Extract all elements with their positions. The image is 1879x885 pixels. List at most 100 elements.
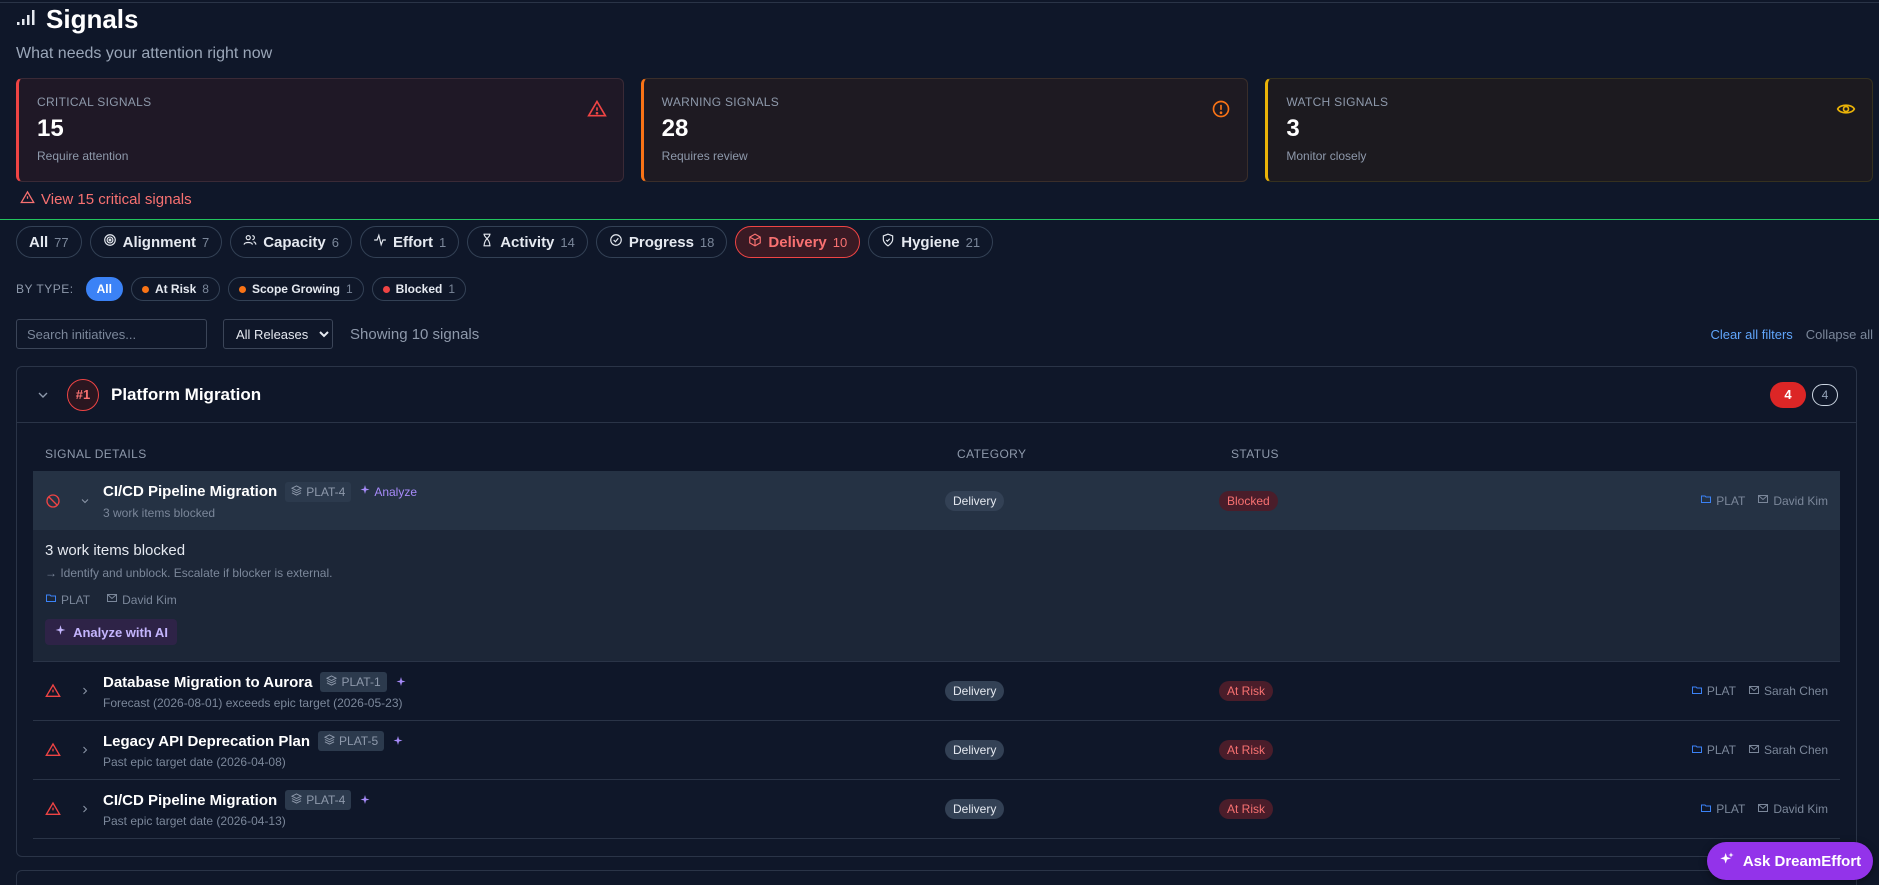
tab-count: 10 [832,234,848,250]
owner-tag[interactable]: David Kim [1757,802,1828,817]
layers-icon [326,675,338,689]
owner-name: Sarah Chen [1763,684,1828,698]
sparkles-icon[interactable] [395,676,407,688]
project-tag[interactable]: PLAT [45,592,90,607]
project-tag[interactable]: PLAT [1700,802,1745,817]
check-circle-icon [609,233,623,251]
type-chip-all[interactable]: All [85,277,123,301]
ban-icon [33,493,73,509]
clear-filters-link[interactable]: Clear all filters [1710,327,1792,342]
page-subtitle: What needs your attention right now [16,45,273,62]
signal-summary-cards: CRITICAL SIGNALS 15 Require attention WA… [16,78,1874,182]
chevron-right-icon[interactable] [73,803,97,815]
rank-badge: #1 [67,378,99,411]
ask-assistant-button[interactable]: Ask DreamEffort [1707,842,1873,880]
group-header[interactable]: #1 Platform Migration 4 4 [17,367,1856,423]
status-badge: At Risk [1219,740,1274,760]
owner-tag[interactable]: David Kim [1757,493,1828,508]
tab-delivery[interactable]: Delivery 10 [735,226,861,258]
release-select[interactable]: All Releases [223,319,333,349]
search-input[interactable] [16,319,207,349]
chip-label: Blocked [395,282,443,296]
table-row[interactable]: CI/CD Pipeline Migration PLAT-4 Analyze … [33,471,1840,530]
signal-title[interactable]: Database Migration to Aurora [103,674,312,691]
tab-label: Hygiene [901,233,960,251]
target-icon [103,233,117,251]
tab-label: All [29,233,49,251]
tab-capacity[interactable]: Capacity 6 [230,226,352,258]
mail-icon [106,592,118,607]
chevron-down-icon[interactable] [35,387,51,403]
table-row[interactable]: CI/CD Pipeline Migration PLAT-4 Past epi… [33,780,1840,839]
card-value: 3 [1286,115,1300,142]
owner-name: David Kim [122,592,177,607]
issue-key-chip[interactable]: PLAT-5 [318,731,385,751]
tab-activity[interactable]: Activity 14 [467,226,588,258]
project-key: PLAT [1706,743,1736,757]
project-tag[interactable]: PLAT [1691,684,1736,699]
view-critical-signals-link[interactable]: View 15 critical signals [20,190,192,209]
category-pill: Delivery [945,490,1005,511]
view-critical-signals-label: View 15 critical signals [41,191,192,208]
sparkles-icon[interactable] [392,735,404,747]
tab-hygiene[interactable]: Hygiene 21 [868,226,994,258]
alert-triangle-icon [33,683,73,699]
table-row[interactable]: Legacy API Deprecation Plan PLAT-5 Past … [33,721,1840,780]
collapse-all-link[interactable]: Collapse all [1806,327,1873,342]
project-tag[interactable]: PLAT [1700,493,1745,508]
tab-label: Effort [392,233,433,251]
folder-icon [45,592,57,607]
mail-icon [1757,802,1769,817]
card-label: CRITICAL SIGNALS [37,95,152,109]
chip-count: 1 [448,282,456,296]
issue-key: PLAT-4 [306,793,346,807]
chevron-right-icon[interactable] [73,744,97,756]
owner-tag[interactable]: David Kim [106,592,177,607]
issue-key: PLAT-1 [341,675,381,689]
signal-title[interactable]: CI/CD Pipeline Migration [103,483,277,500]
folder-icon [1691,743,1703,758]
chevron-down-icon[interactable] [73,495,97,507]
sparkles-icon [54,624,67,640]
alert-triangle-icon [586,99,607,124]
owner-tag[interactable]: Sarah Chen [1748,743,1828,758]
chevron-right-icon[interactable] [73,685,97,697]
tab-alignment[interactable]: Alignment 7 [89,226,223,258]
mail-icon [1748,743,1760,758]
progress-divider [0,219,1879,220]
category-tabs: All 77 Alignment 7 Capacity 6 Effort 1 A… [16,226,994,258]
table-row[interactable]: Database Migration to Aurora PLAT-1 Fore… [33,662,1840,721]
project-tag[interactable]: PLAT [1691,743,1736,758]
chip-count: 1 [345,282,353,296]
project-key: PLAT [1716,802,1746,816]
type-chip-blocked[interactable]: Blocked 1 [371,277,467,301]
issue-key-chip[interactable]: PLAT-1 [320,672,387,692]
analyze-link[interactable]: Analyze [359,484,417,499]
critical-signals-card[interactable]: CRITICAL SIGNALS 15 Require attention [16,78,624,182]
type-chip-scope-growing[interactable]: Scope Growing 1 [227,277,364,301]
users-icon [243,233,257,251]
warning-signals-card[interactable]: WARNING SIGNALS 28 Requires review [640,78,1249,182]
category-pill: Delivery [945,681,1005,701]
signal-title[interactable]: Legacy API Deprecation Plan [103,733,310,750]
analyze-label: Analyze [374,484,418,499]
tab-progress[interactable]: Progress 18 [595,226,728,258]
sparkles-icon[interactable] [359,794,371,806]
tab-label: Delivery [768,233,827,251]
watch-signals-card[interactable]: WATCH SIGNALS 3 Monitor closely [1265,78,1874,182]
chip-label: At Risk [154,282,197,296]
owner-tag[interactable]: Sarah Chen [1748,684,1828,699]
table-header: SIGNAL DETAILS CATEGORY STATUS [17,423,1856,471]
signal-title[interactable]: CI/CD Pipeline Migration [103,792,277,809]
card-subtext: Require attention [37,149,129,163]
tab-count: 1 [438,234,447,250]
tab-all[interactable]: All 77 [16,226,82,258]
type-chip-at-risk[interactable]: At Risk 8 [130,277,220,301]
issue-key-chip[interactable]: PLAT-4 [285,481,352,502]
analyze-with-ai-button[interactable]: Analyze with AI [45,619,177,645]
eye-icon [1836,99,1856,124]
tab-effort[interactable]: Effort 1 [359,226,460,258]
top-divider [0,2,1879,3]
mail-icon [1757,493,1769,508]
issue-key-chip[interactable]: PLAT-4 [285,790,352,810]
